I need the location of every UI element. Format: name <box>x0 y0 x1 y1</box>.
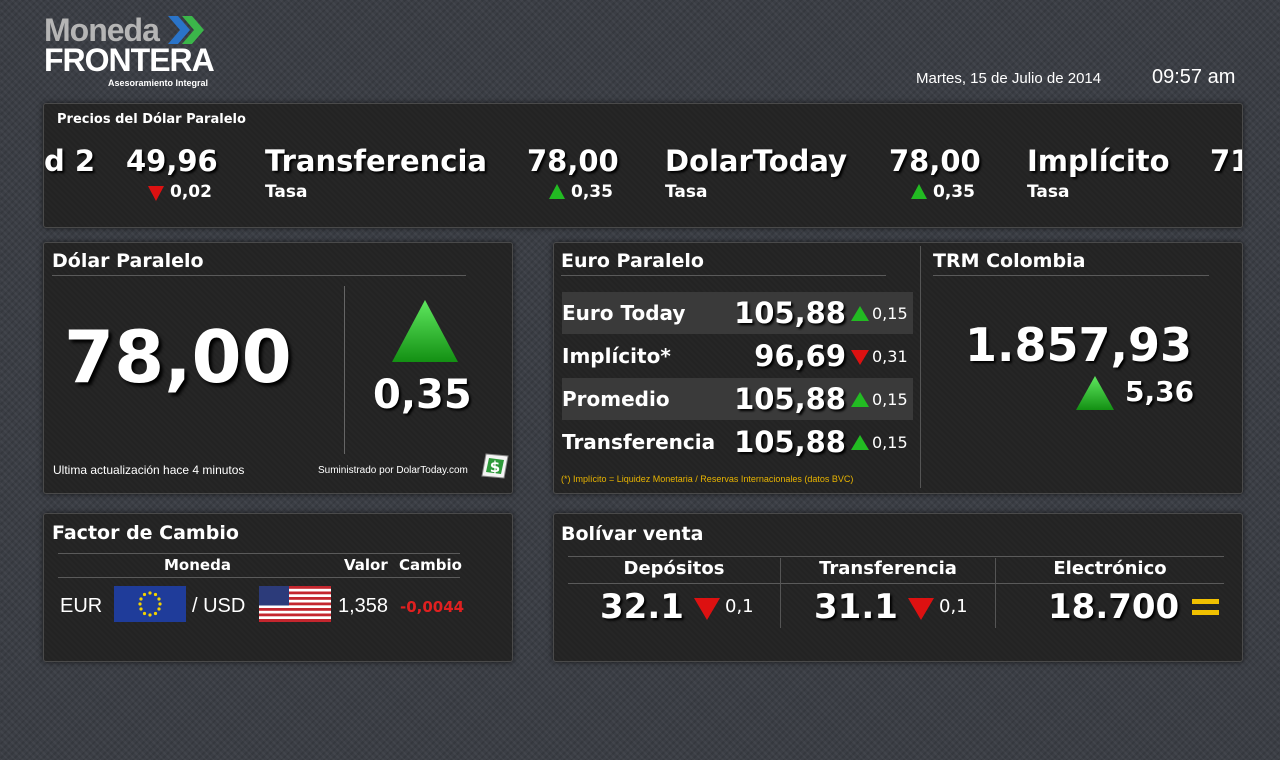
ticker-item-change: 0,35 <box>571 182 613 202</box>
arrow-up-icon <box>392 300 458 362</box>
ticker-item-change: 0,35 <box>933 182 975 202</box>
arrow-down-icon <box>148 186 164 201</box>
svg-text:$: $ <box>490 458 500 476</box>
euro-row: Promedio 105,88 0,15 <box>562 378 913 420</box>
ticker-item-sub: Tasa <box>665 182 708 202</box>
arrow-down-icon <box>851 350 869 365</box>
arrow-up-icon <box>851 306 869 321</box>
ticker-item-sub: Tasa <box>265 182 308 202</box>
ticker-item-name: DolarToday <box>665 144 848 178</box>
ticker-item-sub: Tasa <box>1027 182 1070 202</box>
factor-header-line <box>58 553 460 554</box>
arrow-down-icon <box>908 598 934 620</box>
bolivar-col-label: Electrónico <box>1053 558 1167 579</box>
euro-row-name: Transferencia <box>562 430 716 454</box>
euro-row-change: 0,15 <box>872 390 908 409</box>
euro-row-value: 105,88 <box>734 425 846 459</box>
equal-icon-bar <box>1192 610 1219 615</box>
euro-row-name: Euro Today <box>562 301 686 325</box>
arrow-up-icon <box>549 184 565 199</box>
euro-row: Implícito* 96,69 0,31 <box>562 335 913 377</box>
eu-flag-icon <box>114 586 186 622</box>
us-flag-icon <box>259 586 331 622</box>
trm-value: 1.857,93 <box>965 318 1192 372</box>
logo-chevrons-icon <box>168 16 204 44</box>
bolivar-line-top <box>568 556 1224 557</box>
arrow-up-icon <box>851 435 869 450</box>
factor-title: Factor de Cambio <box>52 522 239 544</box>
dolar-updated: Ultima actualización hace 4 minutos <box>53 463 245 477</box>
factor-header-moneda: Moneda <box>164 556 231 574</box>
euro-row: Euro Today 105,88 0,15 <box>562 292 913 334</box>
logo-line2: FRONTERA <box>44 42 215 78</box>
arrow-down-icon <box>694 598 720 620</box>
factor-change: -0,0044 <box>400 598 465 616</box>
euro-footnote: (*) Implícito = Liquidez Monetaria / Res… <box>561 474 854 484</box>
logo[interactable]: Moneda FRONTERA Asesoramiento Integral <box>44 12 234 92</box>
factor-value: 1,358 <box>338 595 389 617</box>
bolivar-col-value: 31.1 <box>814 587 898 627</box>
dolar-source[interactable]: Suministrado por DolarToday.com <box>318 465 468 476</box>
bolivar-title: Bolívar venta <box>561 523 704 545</box>
factor-header-valor: Valor <box>344 556 388 574</box>
arrow-up-icon <box>1076 376 1114 410</box>
arrow-up-icon <box>851 392 869 407</box>
bolivar-col-change: 0,1 <box>939 596 968 617</box>
dollar-badge-icon[interactable]: $ <box>480 452 510 480</box>
euro-row-change: 0,15 <box>872 433 908 452</box>
euro-row-value: 96,69 <box>754 339 846 373</box>
euro-row-value: 105,88 <box>734 382 846 416</box>
dolar-title: Dólar Paralelo <box>52 250 466 276</box>
ticker-item-value: 49,96 <box>126 144 218 178</box>
header-time: 09:57 am <box>1152 66 1236 88</box>
ticker-item-name: d 2 <box>44 144 96 178</box>
trm-change: 5,36 <box>1125 375 1195 408</box>
dolar-change: 0,35 <box>373 372 472 418</box>
bolivar-col-value: 32.1 <box>600 587 684 627</box>
ticker-item-name: Implícito <box>1027 144 1170 178</box>
factor-header-line2 <box>58 577 460 578</box>
ticker-item-value: 78,00 <box>527 144 619 178</box>
bolivar-col-value: 18.700 <box>1048 587 1180 627</box>
euro-trm-divider <box>920 246 921 488</box>
ticker-item-value: 78,00 <box>889 144 981 178</box>
header-date: Martes, 15 de Julio de 2014 <box>916 70 1102 87</box>
bolivar-col-label: Depósitos <box>623 558 725 579</box>
ticker-item-name: Transferencia <box>265 144 487 178</box>
factor-from: EUR <box>60 595 103 617</box>
ticker-title: Precios del Dólar Paralelo <box>57 112 246 127</box>
equal-icon <box>1192 599 1219 604</box>
factor-to: / USD <box>192 595 246 617</box>
bolivar-col-label: Transferencia <box>819 558 957 579</box>
euro-row-name: Promedio <box>562 387 670 411</box>
euro-row-change: 0,31 <box>872 347 908 366</box>
dolar-divider <box>344 286 345 454</box>
logo-tagline: Asesoramiento Integral <box>108 78 209 88</box>
dolar-value: 78,00 <box>64 315 292 399</box>
bolivar-col-change: 0,1 <box>725 596 754 617</box>
euro-row-value: 105,88 <box>734 296 846 330</box>
factor-header-cambio: Cambio <box>399 556 462 574</box>
euro-title: Euro Paralelo <box>561 250 886 276</box>
trm-title: TRM Colombia <box>933 250 1209 276</box>
euro-row-change: 0,15 <box>872 304 908 323</box>
ticker-item-value: 71 <box>1210 144 1242 178</box>
euro-row-name: Implícito* <box>562 344 671 368</box>
arrow-up-icon <box>911 184 927 199</box>
ticker-panel: Precios del Dólar Paralelo d 2 49,96 0,0… <box>43 103 1243 228</box>
euro-row: Transferencia 105,88 0,15 <box>562 421 913 463</box>
bolivar-line-mid <box>568 583 1224 584</box>
ticker-item-change: 0,02 <box>170 182 212 202</box>
